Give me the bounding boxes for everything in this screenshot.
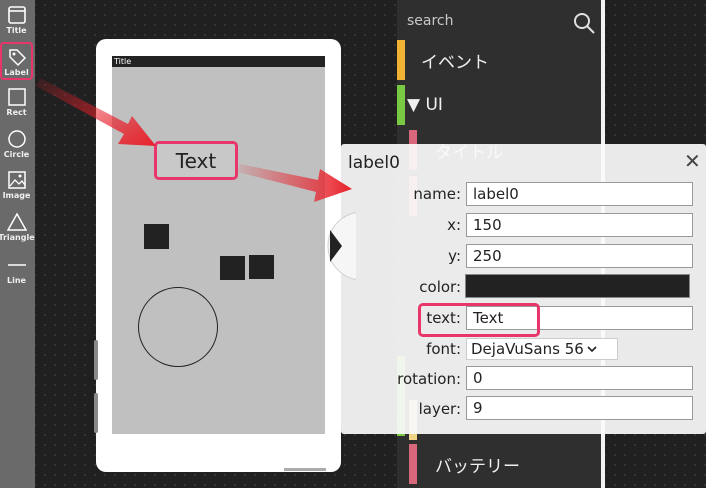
dialog-edge-graphic bbox=[327, 212, 356, 280]
tree-item-label: ▼ UI bbox=[407, 95, 443, 115]
image-icon bbox=[7, 171, 26, 189]
x-field[interactable]: 150 bbox=[466, 213, 693, 237]
color-swatch[interactable] bbox=[465, 274, 690, 298]
tool-triangle-label: Triangle bbox=[0, 233, 35, 242]
rect-object[interactable] bbox=[144, 224, 169, 249]
tool-palette: Title Label Rect Circle Image Triangle L… bbox=[0, 0, 35, 488]
screen-title-bar[interactable]: Title bbox=[112, 56, 325, 67]
tree-item-event[interactable]: イベント bbox=[397, 40, 601, 80]
tool-rect[interactable]: Rect bbox=[0, 84, 33, 122]
device-side-button bbox=[94, 393, 98, 433]
canvas-label-object[interactable]: Text bbox=[154, 141, 238, 180]
tree-item-color-bar bbox=[397, 40, 405, 80]
chevron-down-icon bbox=[587, 346, 597, 353]
circle-icon bbox=[7, 130, 26, 148]
layer-field-label: layer: bbox=[418, 400, 461, 418]
rotation-field[interactable]: 0 bbox=[466, 366, 693, 390]
y-field[interactable]: 250 bbox=[466, 244, 693, 268]
tool-title[interactable]: Title bbox=[0, 2, 33, 40]
tool-title-label: Title bbox=[6, 26, 27, 35]
tag-icon bbox=[8, 49, 26, 67]
rect-icon bbox=[7, 88, 26, 106]
tree-item-label: バッテリー bbox=[435, 456, 520, 477]
tool-circle[interactable]: Circle bbox=[0, 126, 33, 164]
tool-circle-label: Circle bbox=[3, 150, 30, 159]
close-icon[interactable]: ✕ bbox=[684, 149, 701, 173]
name-field-label: name: bbox=[413, 185, 461, 203]
tool-triangle[interactable]: Triangle bbox=[0, 209, 35, 247]
name-field[interactable]: label0 bbox=[466, 182, 693, 206]
device-home-bar bbox=[284, 468, 326, 471]
tool-image-label: Image bbox=[2, 191, 31, 200]
color-field-label: color: bbox=[419, 278, 461, 296]
tool-line-label: Line bbox=[7, 276, 26, 285]
tool-rect-label: Rect bbox=[6, 108, 27, 117]
circle-object[interactable] bbox=[138, 287, 218, 367]
font-select-value: DejaVuSans 56 bbox=[471, 340, 584, 358]
search-input[interactable]: search bbox=[407, 13, 454, 29]
x-field-label: x: bbox=[447, 216, 461, 234]
rect-object[interactable] bbox=[249, 255, 274, 279]
tool-image[interactable]: Image bbox=[0, 167, 33, 205]
tool-line[interactable]: Line bbox=[0, 252, 33, 290]
title-icon bbox=[7, 6, 26, 24]
line-icon bbox=[7, 264, 26, 266]
tool-label[interactable]: Label bbox=[0, 42, 33, 80]
tree-item-color-bar bbox=[397, 85, 405, 125]
rotation-field-label: rotation: bbox=[397, 370, 461, 388]
text-field-highlight bbox=[418, 303, 540, 337]
font-select[interactable]: DejaVuSans 56 bbox=[466, 338, 618, 360]
y-field-label: y: bbox=[448, 247, 461, 265]
triangle-icon bbox=[6, 212, 27, 231]
tree-sub-item-battery[interactable]: バッテリー bbox=[397, 444, 601, 484]
device-side-button bbox=[94, 340, 98, 380]
tree-item-ui[interactable]: ▼ UI bbox=[397, 85, 601, 125]
rect-object[interactable] bbox=[220, 256, 245, 280]
tool-label-label: Label bbox=[4, 68, 29, 77]
layer-field[interactable]: 9 bbox=[466, 396, 693, 420]
search-icon[interactable] bbox=[572, 11, 596, 35]
tree-item-label: イベント bbox=[421, 52, 489, 73]
tree-item-color-bar bbox=[409, 444, 417, 484]
font-field-label: font: bbox=[426, 340, 461, 358]
dialog-title: label0 bbox=[348, 153, 400, 173]
